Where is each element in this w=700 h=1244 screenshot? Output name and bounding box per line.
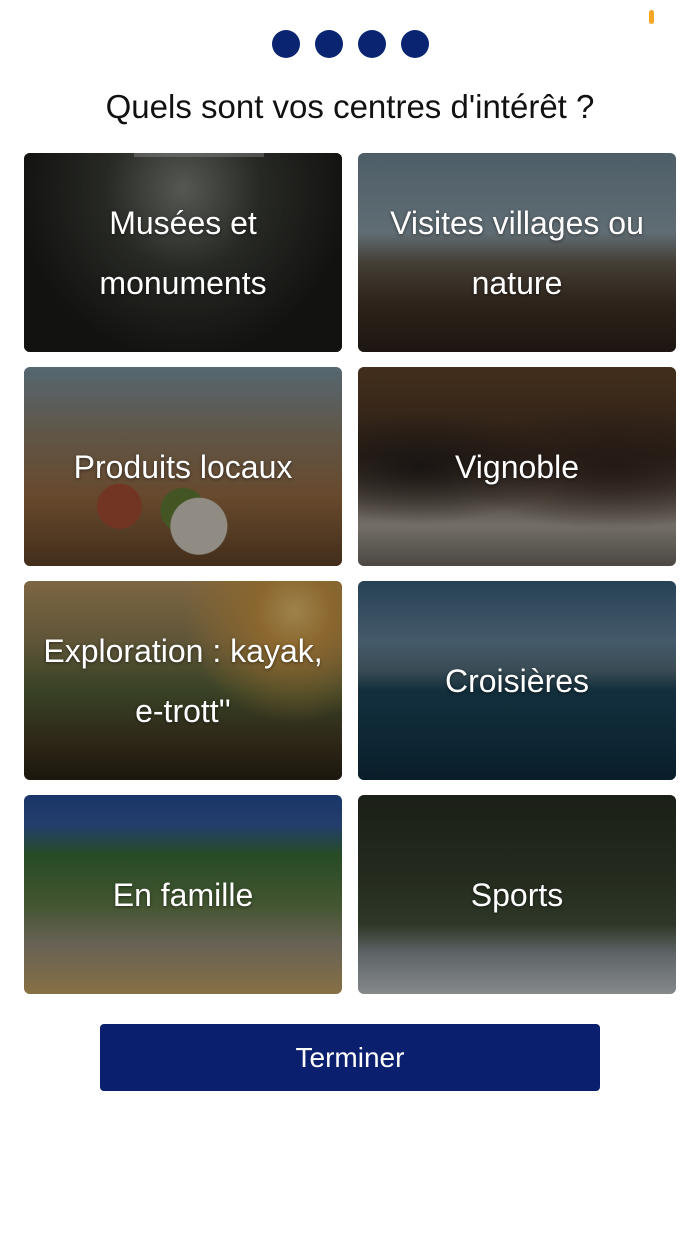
page-title: Quels sont vos centres d'intérêt ? [105, 88, 595, 125]
interest-label: Exploration : kayak, e-trott'' [43, 632, 323, 729]
pager-dot [357, 30, 386, 58]
interest-tile-villages[interactable]: Visites villages ou nature [358, 153, 676, 352]
interest-tile-musees[interactable]: Musées et monuments [24, 153, 342, 352]
interest-tile-croisieres[interactable]: Croisières [358, 581, 676, 780]
interest-label: Sports [470, 876, 564, 913]
interest-label: En famille [112, 876, 254, 913]
interest-label: Visites villages ou nature [390, 204, 644, 301]
interest-label: Musées et monuments [99, 204, 267, 301]
interest-tile-famille[interactable]: En famille [24, 795, 342, 994]
interest-tile-vignoble[interactable]: Vignoble [358, 367, 676, 566]
interest-grid: Musées et monuments Visites villages ou … [24, 153, 676, 994]
interest-label: Vignoble [455, 448, 579, 485]
interest-label: Produits locaux [73, 448, 293, 485]
interest-tile-produits[interactable]: Produits locaux [24, 367, 342, 566]
pager-dot [400, 30, 429, 58]
interest-tile-sports[interactable]: Sports [358, 795, 676, 994]
pager-dot [271, 30, 300, 58]
pager-dot [314, 30, 343, 58]
page-indicator [0, 30, 700, 58]
status-indicator [649, 10, 654, 24]
interest-tile-exploration[interactable]: Exploration : kayak, e-trott'' [24, 581, 342, 780]
finish-button[interactable]: Terminer [100, 1024, 600, 1091]
interest-label: Croisières [444, 662, 590, 699]
